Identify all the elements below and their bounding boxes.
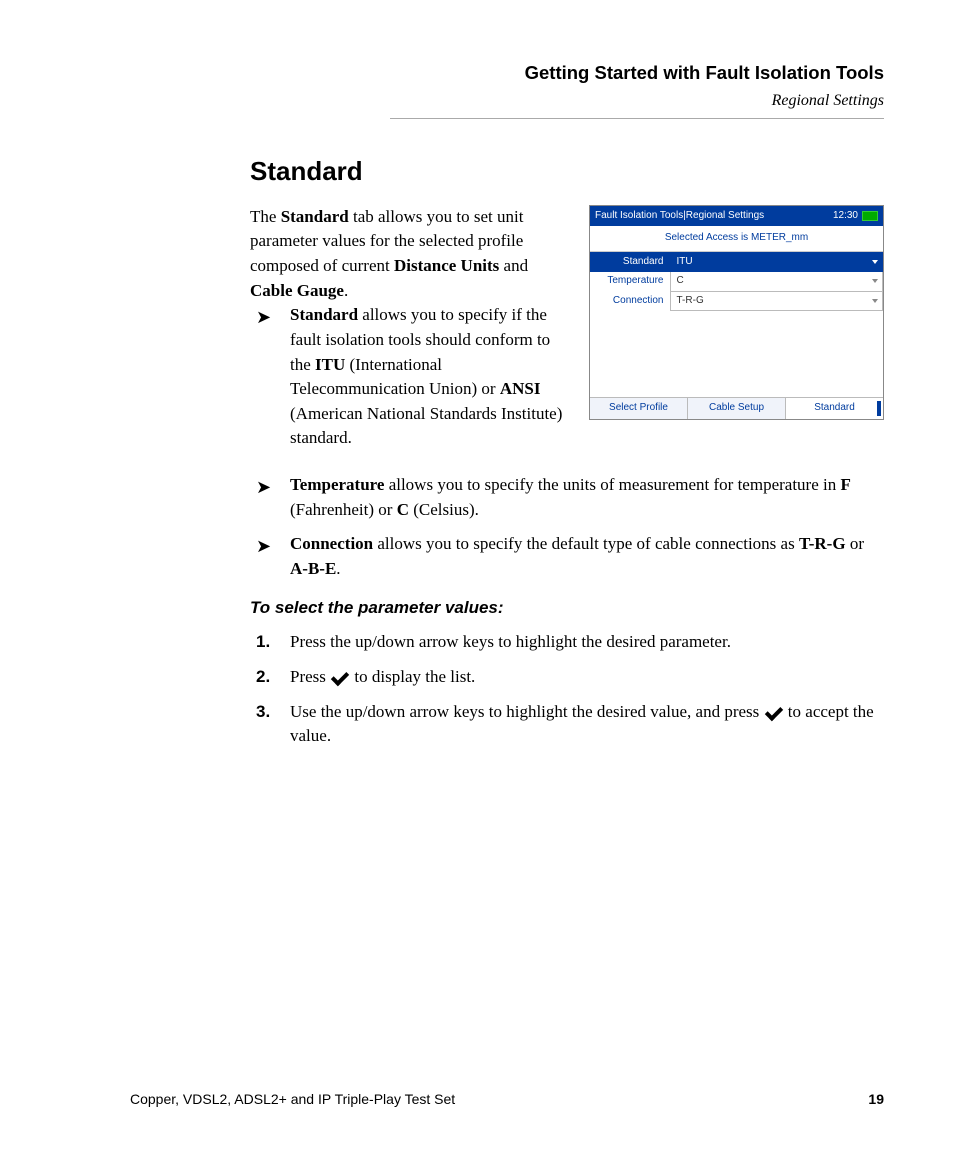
screenshot-row-label: Temperature — [590, 272, 670, 292]
bullet-standard: Standard allows you to specify if the fa… — [250, 303, 884, 451]
bullet-temperature: Temperature allows you to specify the un… — [250, 473, 884, 522]
screenshot-row-temperature[interactable]: Temperature C — [590, 272, 883, 292]
intro-paragraph: The Standard tab allows you to set unit … — [250, 205, 579, 304]
footer-page-number: 19 — [868, 1089, 884, 1109]
screenshot-row-value[interactable]: C — [670, 272, 883, 292]
step-3: Use the up/down arrow keys to highlight … — [250, 700, 884, 749]
checkmark-icon — [764, 705, 784, 719]
bullet-connection: Connection allows you to specify the def… — [250, 532, 884, 581]
instruction-heading: To select the parameter values: — [250, 596, 884, 621]
section-title: Standard — [250, 153, 884, 191]
page-header-subtitle: Regional Settings — [390, 89, 884, 112]
screenshot-titlebar: Fault Isolation Tools|Regional Settings … — [590, 206, 883, 227]
screenshot-clock: 12:30 — [833, 209, 858, 224]
screenshot-subheader: Selected Access is METER_mm — [590, 226, 883, 252]
screenshot-row-label: Standard — [590, 252, 670, 272]
battery-icon — [862, 211, 878, 221]
step-1: Press the up/down arrow keys to highligh… — [250, 630, 884, 655]
checkmark-icon — [330, 670, 350, 684]
step-2: Press to display the list. — [250, 665, 884, 690]
footer-product-name: Copper, VDSL2, ADSL2+ and IP Triple-Play… — [130, 1089, 455, 1109]
screenshot-row-standard[interactable]: Standard ITU — [590, 252, 883, 272]
screenshot-row-value[interactable]: ITU — [670, 252, 883, 272]
screenshot-title: Fault Isolation Tools|Regional Settings — [595, 209, 764, 224]
page-header-title: Getting Started with Fault Isolation Too… — [390, 60, 884, 87]
header-divider — [390, 118, 884, 119]
